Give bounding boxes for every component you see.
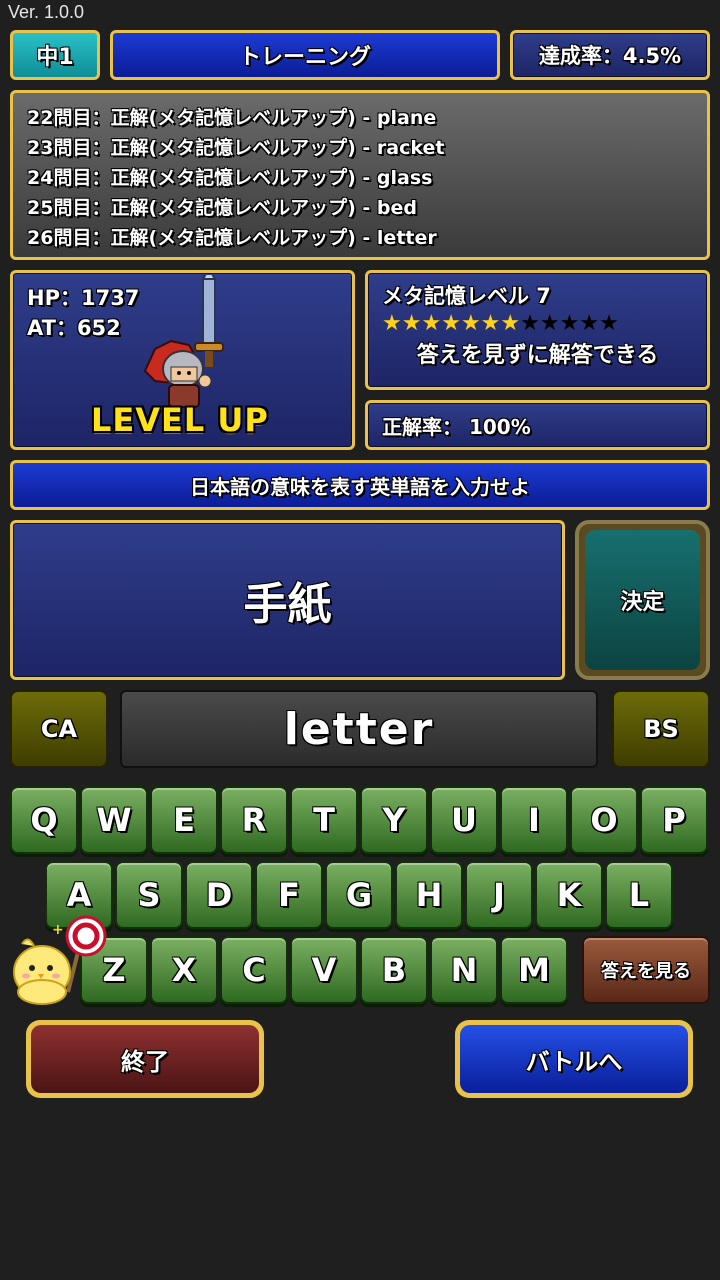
- star-empty-icon: ★: [579, 311, 600, 336]
- backspace-button[interactable]: BS: [612, 690, 710, 768]
- key-o[interactable]: O: [570, 786, 638, 854]
- player-status-panel: HP：1737 AT：652 LEVEL UP: [10, 270, 355, 450]
- star-empty-icon: ★: [599, 311, 619, 336]
- key-n[interactable]: N: [430, 936, 498, 1004]
- key-j[interactable]: J: [465, 861, 533, 929]
- star-filled-icon: ★: [421, 311, 442, 336]
- meta-memory-level: メタ記憶レベル 7: [382, 284, 551, 308]
- answer-log: 22問目：正解(メタ記憶レベルアップ) - plane 23問目：正解(メタ記憶…: [10, 90, 710, 260]
- key-v[interactable]: V: [290, 936, 358, 1004]
- key-d[interactable]: D: [185, 861, 253, 929]
- key-w[interactable]: W: [80, 786, 148, 854]
- star-empty-icon: ★: [520, 311, 540, 336]
- key-u[interactable]: U: [430, 786, 498, 854]
- accuracy-rate: 正解率： 100%: [365, 400, 710, 450]
- key-k[interactable]: K: [535, 861, 603, 929]
- answer-input[interactable]: letter: [120, 690, 598, 768]
- meta-memory-panel: メタ記憶レベル 7 ★★★★★★★★★★★★ 答えを見ずに解答できる: [365, 270, 710, 390]
- level-up-banner: LEVEL UP: [91, 401, 269, 439]
- grade-badge: 中1: [10, 30, 100, 80]
- key-p[interactable]: P: [640, 786, 708, 854]
- chick-mascot-icon: +: [13, 915, 107, 1005]
- key-y[interactable]: Y: [360, 786, 428, 854]
- log-line: 26問目：正解(メタ記憶レベルアップ) - letter: [27, 227, 437, 249]
- show-answer-button[interactable]: 答えを見る: [582, 936, 710, 1004]
- decide-button-label: 決定: [585, 530, 700, 670]
- star-filled-icon: ★: [401, 311, 422, 336]
- key-h[interactable]: H: [395, 861, 463, 929]
- key-x[interactable]: X: [150, 936, 218, 1004]
- star-empty-icon: ★: [559, 311, 580, 336]
- log-line: 23問目：正解(メタ記憶レベルアップ) - racket: [27, 137, 445, 159]
- meta-memory-description: 答えを見ずに解答できる: [416, 343, 659, 368]
- star-filled-icon: ★: [382, 311, 402, 336]
- go-to-battle-button[interactable]: バトルへ: [455, 1020, 693, 1098]
- instruction-banner: 日本語の意味を表す英単語を入力せよ: [10, 460, 710, 510]
- key-e[interactable]: E: [150, 786, 218, 854]
- svg-text:+: +: [52, 922, 64, 938]
- key-f[interactable]: F: [255, 861, 323, 929]
- battle-button-label: バトルへ: [460, 1025, 688, 1093]
- log-line: 25問目：正解(メタ記憶レベルアップ) - bed: [27, 197, 418, 219]
- end-button-label: 終了: [31, 1025, 259, 1093]
- star-filled-icon: ★: [480, 311, 501, 336]
- key-g[interactable]: G: [325, 861, 393, 929]
- key-s[interactable]: S: [115, 861, 183, 929]
- question-word: 手紙: [10, 520, 565, 680]
- star-filled-icon: ★: [500, 311, 521, 336]
- key-b[interactable]: B: [360, 936, 428, 1004]
- clear-all-button[interactable]: CA: [10, 690, 108, 768]
- star-empty-icon: ★: [539, 311, 560, 336]
- mode-title: トレーニング: [110, 30, 500, 80]
- log-line: 22問目：正解(メタ記憶レベルアップ) - plane: [27, 107, 437, 129]
- version-label: Ver. 1.0.0: [8, 2, 85, 22]
- knight-character-icon: [143, 275, 224, 408]
- end-button[interactable]: 終了: [26, 1020, 264, 1098]
- key-l[interactable]: L: [605, 861, 673, 929]
- star-filled-icon: ★: [441, 311, 461, 336]
- key-i[interactable]: I: [500, 786, 568, 854]
- key-t[interactable]: T: [290, 786, 358, 854]
- log-line: 24問目：正解(メタ記憶レベルアップ) - glass: [27, 167, 433, 189]
- key-m[interactable]: M: [500, 936, 568, 1004]
- key-q[interactable]: Q: [10, 786, 78, 854]
- meta-memory-stars: ★★★★★★★★★★★★: [382, 311, 693, 337]
- key-c[interactable]: C: [220, 936, 288, 1004]
- decide-button[interactable]: 決定: [575, 520, 710, 680]
- star-filled-icon: ★: [460, 311, 481, 336]
- achievement-rate: 達成率：4.5%: [510, 30, 710, 80]
- key-r[interactable]: R: [220, 786, 288, 854]
